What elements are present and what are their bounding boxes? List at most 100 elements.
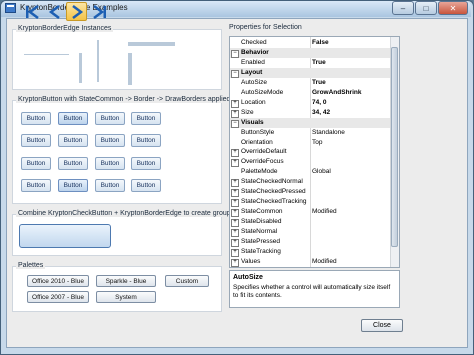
property-value[interactable]: True <box>312 59 326 66</box>
property-value[interactable]: Modified <box>312 208 337 215</box>
expand-icon[interactable]: + <box>231 248 239 257</box>
palette-system-button[interactable]: System <box>96 291 156 303</box>
expand-icon[interactable]: + <box>231 109 239 118</box>
property-label: StateDisabled <box>241 218 282 226</box>
property-label: StateCheckedPressed <box>241 188 306 196</box>
property-label: StateCommon <box>241 208 283 216</box>
previous-icon[interactable] <box>44 2 65 21</box>
property-category[interactable]: − Behavior <box>230 47 392 58</box>
first-icon[interactable] <box>22 2 43 21</box>
property-row[interactable]: AutoSize True <box>230 78 392 88</box>
property-row[interactable]: PaletteMode Global <box>230 167 392 177</box>
property-row[interactable]: ButtonStyle Standalone <box>230 128 392 138</box>
grid-button[interactable]: Button <box>21 112 51 125</box>
grid-button[interactable]: Button <box>58 134 88 147</box>
expand-icon[interactable]: + <box>231 149 239 158</box>
grid-button[interactable]: Button <box>131 134 161 147</box>
property-label: StatePressed <box>241 238 281 245</box>
grid-button[interactable]: Button <box>131 157 161 170</box>
property-row[interactable]: + StateCommon Modified <box>230 207 392 218</box>
palettes-group-title: Palettes <box>16 262 46 269</box>
property-value[interactable]: 34, 42 <box>312 109 330 116</box>
close-button[interactable]: Close <box>361 319 403 332</box>
expand-icon[interactable]: + <box>231 99 239 108</box>
property-row[interactable]: + StateCheckedTracking <box>230 197 392 208</box>
window-close-button[interactable]: ✕ <box>438 1 468 15</box>
property-row[interactable]: Orientation Top <box>230 138 392 148</box>
property-label: StateCheckedTracking <box>241 198 307 206</box>
property-label: Behavior <box>241 48 269 56</box>
grid-button[interactable]: Button <box>58 157 88 170</box>
palette-office2007-button[interactable]: Office 2007 - Blue <box>27 291 89 303</box>
property-row[interactable]: + Size 34, 42 <box>230 108 392 118</box>
last-icon[interactable] <box>88 2 109 21</box>
grid-button[interactable]: Button <box>95 112 125 125</box>
property-row[interactable]: + StateDisabled <box>230 217 392 228</box>
property-label: AutoSize <box>241 78 268 86</box>
instances-group <box>12 29 222 90</box>
property-label: ButtonStyle <box>241 128 275 136</box>
property-value[interactable]: GrowAndShrink <box>312 89 361 96</box>
grid-button[interactable]: Button <box>95 157 125 170</box>
border-edge-vertical-thin <box>97 40 99 82</box>
collapse-icon[interactable]: − <box>231 119 239 128</box>
expand-icon[interactable]: + <box>231 258 239 267</box>
border-edge-vertical-thick <box>128 53 132 85</box>
expand-icon[interactable]: + <box>231 229 239 238</box>
property-description-text: Specifies whether a control will automat… <box>233 284 391 299</box>
palette-office2010-button[interactable]: Office 2010 - Blue <box>27 275 89 287</box>
property-value[interactable]: Standalone <box>312 129 345 136</box>
property-row[interactable]: Enabled True <box>230 58 392 68</box>
property-category[interactable]: − Layout <box>230 67 392 78</box>
grid-button[interactable]: Button <box>95 134 125 147</box>
property-row[interactable]: + StateCheckedPressed <box>230 187 392 198</box>
property-grid-scroll-thumb[interactable] <box>391 47 398 247</box>
expand-icon[interactable]: + <box>231 199 239 208</box>
property-value[interactable]: Global <box>312 168 331 175</box>
property-row[interactable]: AutoSizeMode GrowAndShrink <box>230 88 392 98</box>
grid-button[interactable]: Button <box>95 179 125 192</box>
grid-button[interactable]: Button <box>21 179 51 192</box>
property-value[interactable]: Top <box>312 139 322 146</box>
property-row[interactable]: + Values Modified <box>230 257 392 267</box>
grid-button[interactable]: Button <box>58 112 88 125</box>
grid-button[interactable]: Button <box>21 134 51 147</box>
property-row[interactable]: + StateNormal <box>230 227 392 238</box>
expand-icon[interactable]: + <box>231 189 239 198</box>
property-category[interactable]: − Visuals <box>230 117 392 128</box>
palette-custom-button[interactable]: Custom <box>165 275 209 287</box>
property-label: Visuals <box>241 118 264 126</box>
border-edge-horizontal-thick <box>128 42 175 46</box>
property-value[interactable]: False <box>312 39 329 46</box>
expand-icon[interactable]: + <box>231 239 239 247</box>
property-value[interactable]: True <box>312 79 326 86</box>
property-row[interactable]: + OverrideFocus <box>230 157 392 168</box>
minimize-button[interactable]: – <box>392 1 414 15</box>
grid-button[interactable]: Button <box>131 179 161 192</box>
collapse-icon[interactable]: − <box>231 69 239 78</box>
grid-button[interactable]: Button <box>131 112 161 125</box>
property-value[interactable]: Modified <box>312 258 337 265</box>
expand-icon[interactable]: + <box>231 209 239 218</box>
palette-sparkle-button[interactable]: Sparkle - Blue <box>96 275 156 287</box>
maximize-button[interactable]: □ <box>415 1 437 15</box>
property-label: Layout <box>241 68 263 76</box>
property-grid[interactable]: Checked False − Behavior Enabled True − Layout A… <box>229 36 400 268</box>
property-row[interactable]: + OverrideDefault <box>230 147 392 158</box>
property-row[interactable]: + StatePressed <box>230 237 392 247</box>
expand-icon[interactable]: + <box>231 179 239 188</box>
collapse-icon[interactable]: − <box>231 49 239 58</box>
expand-icon[interactable]: + <box>231 219 239 228</box>
property-row[interactable]: + StateTracking <box>230 247 392 257</box>
property-value[interactable]: 74, 0 <box>312 99 326 106</box>
grid-button[interactable]: Button <box>21 157 51 170</box>
grid-button[interactable]: Button <box>58 179 88 192</box>
property-row[interactable]: + StateCheckedNormal <box>230 177 392 188</box>
expand-icon[interactable]: + <box>231 159 239 168</box>
property-row[interactable]: Checked False <box>230 38 392 48</box>
property-label: Checked <box>241 39 267 46</box>
property-row[interactable]: + Location 74, 0 <box>230 98 392 108</box>
property-label: Orientation <box>241 138 273 146</box>
next-icon[interactable] <box>66 2 87 21</box>
app-icon <box>5 3 16 13</box>
